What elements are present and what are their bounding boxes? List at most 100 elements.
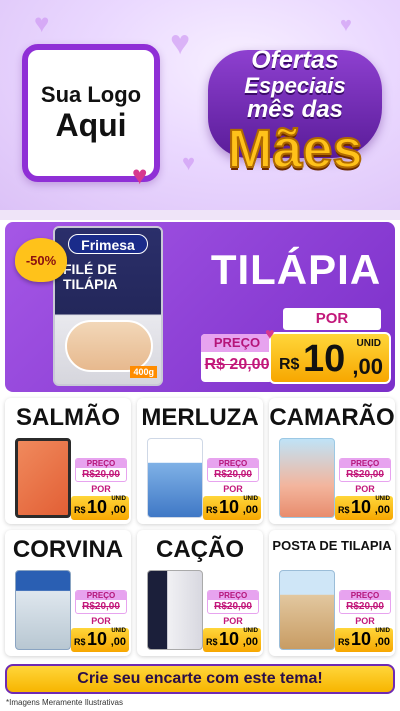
por-label: POR <box>91 484 111 494</box>
heart-icon: ♥ <box>34 8 50 38</box>
unit-label: UNID <box>243 628 258 634</box>
currency: R$ <box>338 637 350 647</box>
preco-label: PREÇO <box>340 459 390 468</box>
header-banner: ♥ ♥ ♥ ♥ Sua Logo Aqui ♥ Ofertas Especiai… <box>0 0 400 210</box>
unit-label: UNID <box>111 496 126 502</box>
product-image-merluza <box>147 438 203 518</box>
price-integer: 10 <box>87 497 108 517</box>
product-image-corvina <box>15 570 71 650</box>
preco-label: PREÇO <box>76 459 126 468</box>
currency: R$ <box>338 505 350 515</box>
product-card-merluza[interactable]: MERLUZA PREÇO R$20,00 POR R$ 10 UNID ,00 <box>137 398 263 524</box>
currency: R$ <box>279 356 300 373</box>
product-image-cacao <box>147 570 203 650</box>
por-label: POR <box>91 616 111 626</box>
product-name: CAÇÃO <box>156 536 244 563</box>
old-price-box: PREÇO R$20,00 <box>75 458 127 482</box>
price-integer: 10 <box>87 629 108 649</box>
preco-label: PREÇO <box>208 591 258 600</box>
product-name: CORVINA <box>12 536 124 563</box>
price-tag: R$ 10 UNID ,00 <box>203 496 261 520</box>
old-price-box: PREÇO R$20,00 <box>339 458 391 482</box>
product-name: MERLUZA <box>141 404 259 431</box>
unit-label: UNID <box>243 496 258 502</box>
price-integer: 10 <box>303 338 346 380</box>
price-cents: ,00 <box>374 504 390 516</box>
price-integer: 10 <box>219 497 240 517</box>
por-label: POR <box>283 308 381 330</box>
old-price-box: PREÇO R$20,00 <box>75 590 127 614</box>
flyer-page: ♥ ♥ ♥ ♥ Sua Logo Aqui ♥ Ofertas Especiai… <box>0 0 400 711</box>
old-price: R$20,00 <box>82 469 120 480</box>
heart-icon: ♥ <box>132 160 148 190</box>
product-card-corvina[interactable]: CORVINA PREÇO R$20,00 POR R$ 10 UNID ,00 <box>5 530 131 656</box>
fish-fillet-image <box>65 320 153 372</box>
price-cents: ,00 <box>110 636 126 648</box>
preco-label: PREÇO <box>76 591 126 600</box>
product-name: CAMARÃO <box>269 404 395 431</box>
price-cents: ,00 <box>242 636 258 648</box>
price-cents: ,00 <box>374 636 390 648</box>
por-label: POR <box>223 484 243 494</box>
product-image-camarao <box>279 438 335 518</box>
old-price: R$20,00 <box>346 601 384 612</box>
heart-icon: ♥ <box>182 150 196 175</box>
product-card-salmao[interactable]: SALMÃO PREÇO R$20,00 POR R$ 10 UNID ,00 <box>5 398 131 524</box>
preco-label: PREÇO <box>340 591 390 600</box>
price-cents: ,00 <box>242 504 258 516</box>
package-weight: 400g <box>130 366 157 378</box>
price-tag: R$ 10 UNID ,00 <box>71 628 129 652</box>
price-tag: R$ 10 UNID ,00 <box>335 496 393 520</box>
price-cents: ,00 <box>352 354 383 379</box>
title-line-maes: Mães <box>226 119 363 180</box>
product-card-posta-tilapia[interactable]: POSTA DE TILAPIA PREÇO R$20,00 POR R$ 10… <box>269 530 395 656</box>
disclaimer: *Imagens Meramente Ilustrativas <box>6 698 123 707</box>
product-image-tilapia: Frimesa FILÉ DE TILÁPIA 400g <box>53 226 163 386</box>
logo-text-line1: Sua Logo <box>40 82 142 108</box>
price-integer: 10 <box>351 629 372 649</box>
old-price-box: PREÇO R$20,00 <box>339 590 391 614</box>
preco-label: PREÇO <box>208 459 258 468</box>
price-integer: 10 <box>351 497 372 517</box>
heart-icon: ♥ <box>340 14 352 36</box>
unit-label: UNID <box>375 496 390 502</box>
create-flyer-button[interactable]: Crie seu encarte com este tema! <box>5 664 395 694</box>
old-price: R$20,00 <box>214 469 252 480</box>
price-tag: R$ 10 UNID ,00 <box>335 628 393 652</box>
por-label: POR <box>355 616 375 626</box>
package-name: FILÉ DE TILÁPIA <box>63 261 118 293</box>
brand-label: Frimesa <box>68 234 148 254</box>
product-grid: SALMÃO PREÇO R$20,00 POR R$ 10 UNID ,00 … <box>5 398 395 662</box>
old-price-box: PREÇO R$20,00 <box>207 590 259 614</box>
product-name: POSTA DE TILAPIA <box>272 538 392 553</box>
price-tag: R$ 10 UNID ,00 <box>71 496 129 520</box>
price-tag: R$ 10 UNID ,00 <box>203 628 261 652</box>
heart-icon: ♥ <box>265 326 275 343</box>
product-card-camarao[interactable]: CAMARÃO PREÇO R$20,00 POR R$ 10 UNID ,00 <box>269 398 395 524</box>
campaign-title: Ofertas Especiais mês das Mães <box>200 38 390 188</box>
old-price: R$20,00 <box>214 601 252 612</box>
title-line-ofertas: Ofertas <box>251 46 339 74</box>
currency: R$ <box>206 637 218 647</box>
heart-icon: ♥ <box>170 24 191 62</box>
unit-label: UNID <box>111 628 126 634</box>
divider <box>0 210 400 220</box>
logo-text-line2: Aqui <box>55 107 127 144</box>
product-image-salmao <box>15 438 71 518</box>
por-label: POR <box>223 616 243 626</box>
discount-badge: -50% <box>15 238 67 282</box>
old-price: R$ 20,00 <box>204 356 270 373</box>
currency: R$ <box>74 637 86 647</box>
price-cents: ,00 <box>110 504 126 516</box>
price-tag: R$ 10 UNID ,00 <box>269 332 391 384</box>
currency: R$ <box>206 505 218 515</box>
por-label: POR <box>355 484 375 494</box>
product-name: SALMÃO <box>16 404 120 431</box>
currency: R$ <box>74 505 86 515</box>
hero-offer-card[interactable]: Frimesa FILÉ DE TILÁPIA 400g -50% TILÁPI… <box>5 222 395 392</box>
preco-label: PREÇO <box>201 334 273 352</box>
title-line-especiais: Especiais <box>244 73 346 98</box>
hero-product-name: TILÁPIA <box>210 246 382 293</box>
old-price: R$20,00 <box>82 601 120 612</box>
product-card-cacao[interactable]: CAÇÃO PREÇO R$20,00 POR R$ 10 UNID ,00 <box>137 530 263 656</box>
